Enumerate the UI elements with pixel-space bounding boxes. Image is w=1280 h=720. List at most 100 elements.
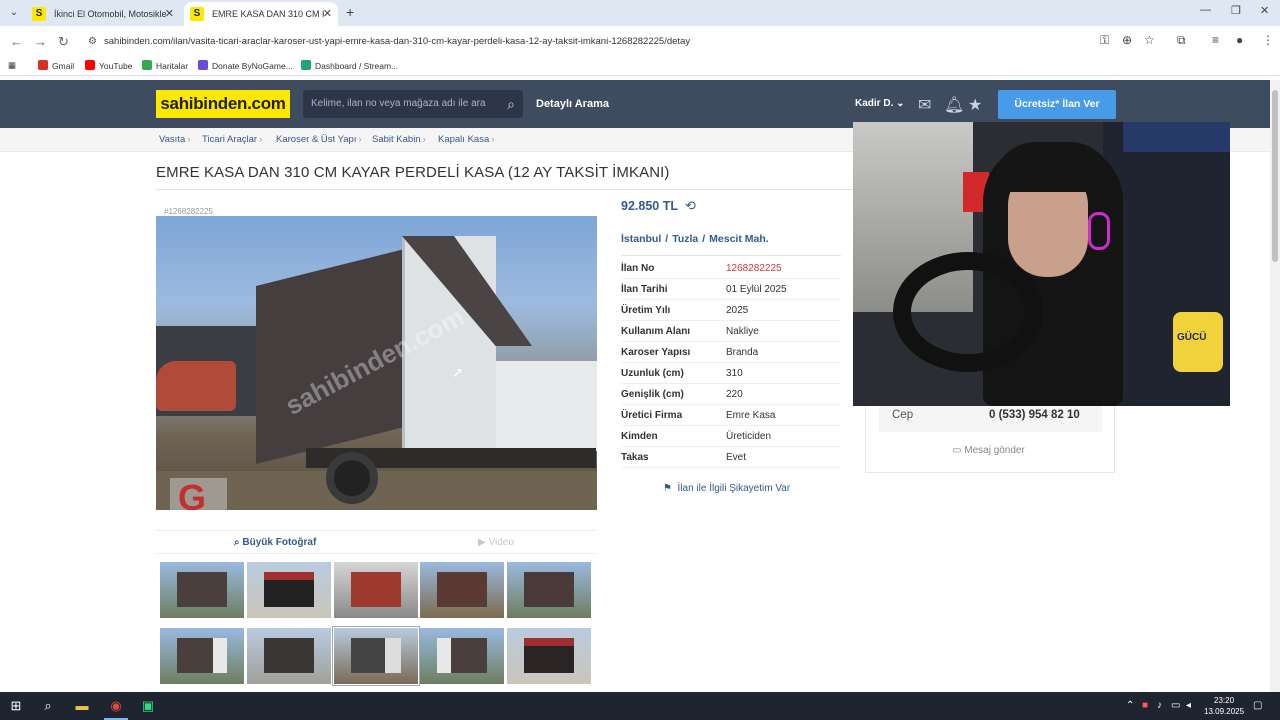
media-icon[interactable]: ≡ [1212, 33, 1219, 47]
phone-number[interactable]: 0 (533) 954 82 10 [989, 409, 1080, 421]
forward-icon[interactable]: → [34, 34, 47, 49]
breadcrumb-item[interactable]: Sabit Kabin › [372, 134, 426, 145]
back-icon[interactable]: ← [10, 34, 23, 49]
site-logo[interactable]: sahibinden.com [156, 90, 290, 118]
notifications-icon[interactable]: ▢ [1253, 700, 1262, 711]
magnifier-icon: ⌕ [234, 537, 240, 548]
video-button: ▶ Video [478, 537, 514, 548]
address-bar-row: ← → ↻ ⚙ sahibinden.com/ilan/vasita-ticar… [0, 26, 1280, 58]
thumbnail-gallery [156, 556, 597, 692]
mail-icon[interactable]: ✉ [918, 95, 931, 115]
phone-label: Cep [892, 409, 914, 421]
thumbnail[interactable] [247, 628, 331, 684]
streaming-app-icon[interactable]: ▣ [139, 697, 157, 715]
thumbnail[interactable] [507, 628, 591, 684]
location-city[interactable]: İstanbul [621, 233, 661, 245]
windows-start-icon[interactable]: ⊞ [7, 697, 25, 715]
new-tab-icon[interactable]: + [346, 4, 354, 20]
location-district[interactable]: Tuzla [672, 233, 698, 245]
bookmark-donate[interactable]: Donate ByNoGame... [198, 60, 293, 71]
file-explorer-icon[interactable]: ▬ [73, 697, 91, 715]
chrome-icon[interactable]: ◉ [107, 697, 125, 715]
bookmark-dashboard[interactable]: Dashboard / Stream... [301, 60, 398, 71]
favorites-star-icon[interactable]: ★ [968, 95, 982, 115]
thumbnail[interactable] [507, 562, 591, 618]
restore-icon[interactable]: ❐ [1231, 4, 1241, 17]
flag-icon: ⚑ [663, 483, 672, 494]
microphone-icon[interactable]: ♪ [1157, 700, 1162, 711]
browser-tab-1[interactable]: S İkinci El Otomobil, Motosiklet M ✕ [26, 2, 180, 26]
breadcrumb-item[interactable]: Vasıta › [159, 134, 190, 145]
search-icon[interactable]: ⌕ [39, 697, 57, 715]
thumbnail[interactable] [334, 562, 418, 618]
detail-row: İlan No 1268282225 [621, 258, 841, 279]
reload-icon[interactable]: ↻ [58, 34, 69, 50]
advanced-search-link[interactable]: Detaylı Arama [536, 98, 609, 110]
page-scrollbar-thumb[interactable] [1272, 90, 1278, 262]
profile-avatar-icon[interactable]: ● [1236, 33, 1243, 47]
apps-grid-icon[interactable]: ▦ [8, 60, 16, 71]
bookmarks-bar: ▦ Gmail YouTube Haritalar Donate ByNoGam… [0, 58, 1280, 76]
extensions-icon[interactable]: ⧉ [1177, 33, 1186, 48]
bookmark-gmail[interactable]: Gmail [38, 60, 74, 71]
thumbnail[interactable] [420, 562, 504, 618]
listing-title: EMRE KASA DAN 310 CM KAYAR PERDELİ KASA … [156, 164, 670, 181]
thumbnail[interactable] [420, 628, 504, 684]
bookmark-star-icon[interactable]: ☆ [1144, 33, 1155, 47]
divider [621, 255, 841, 256]
bell-icon[interactable]: 🔔︎ [944, 95, 964, 115]
tab-search-icon[interactable]: ⌄ [6, 5, 22, 21]
tab-close-icon[interactable]: ✕ [323, 2, 332, 26]
site-info-icon[interactable]: ⚙ [88, 30, 97, 54]
bookmark-youtube[interactable]: YouTube [85, 60, 132, 71]
url-field[interactable]: ⚙ sahibinden.com/ilan/vasita-ticari-arac… [80, 30, 1170, 54]
location-neighborhood[interactable]: Mescit Mah. [709, 233, 769, 245]
big-photo-button[interactable]: ⌕ Büyük Fotoğraf [234, 537, 316, 548]
chat-icon: ▭ [952, 445, 962, 456]
system-clock[interactable]: 23:20 13.09.2025 [1204, 695, 1244, 717]
chevron-down-icon: ⌄ [896, 98, 905, 109]
search-icon[interactable]: ⌕ [507, 90, 515, 118]
complaint-link[interactable]: ⚑ İlan ile İlgili Şikayetim Var [663, 483, 790, 494]
minimize-icon[interactable]: — [1200, 4, 1211, 16]
post-listing-button[interactable]: Ücretsiz* İlan Ver [998, 90, 1116, 119]
tab-close-icon[interactable]: ✕ [165, 2, 174, 26]
detail-row: Karoser Yapısı Branda [621, 342, 841, 363]
thumbnail[interactable] [160, 562, 244, 618]
network-icon[interactable]: ▭ [1171, 700, 1180, 711]
breadcrumb-item[interactable]: Karoser & Üst Yapı › [276, 134, 362, 145]
tray-app-icon[interactable]: ■ [1142, 700, 1148, 711]
bookmark-maps[interactable]: Haritalar [142, 60, 188, 71]
club-crest: GÜCÜ [1173, 312, 1223, 372]
listing-details-table: İlan No 1268282225 İlan Tarihi 01 Eylül 20… [621, 258, 841, 468]
zoom-icon[interactable]: ⊕ [1122, 33, 1132, 47]
tray-chevron-icon[interactable]: ⌃ [1126, 700, 1134, 711]
close-window-icon[interactable]: ✕ [1260, 4, 1269, 17]
site-search-input[interactable]: Kelime, ilan no veya mağaza adı ile ara … [303, 90, 523, 118]
webcam-overlay: GÜCÜ [853, 122, 1230, 406]
sahibinden-favicon: S [32, 7, 46, 21]
detail-row: Takas Evet [621, 447, 841, 468]
breadcrumb-item[interactable]: Ticari Araçlar › [202, 134, 262, 145]
detail-row: İlan Tarihi 01 Eylül 2025 [621, 279, 841, 300]
user-menu[interactable]: Kadir D. ⌄ [855, 98, 905, 109]
volume-icon[interactable]: ◂ [1186, 700, 1191, 711]
url-text: sahibinden.com/ilan/vasita-ticari-aracla… [104, 36, 691, 47]
browser-menu-icon[interactable]: ⋮ [1262, 33, 1274, 47]
main-photo[interactable]: sahibinden.com ➚ G [156, 216, 597, 510]
thumbnail[interactable] [247, 562, 331, 618]
breadcrumb-item[interactable]: Kapalı Kasa › [438, 134, 494, 145]
listing-number: 1268282225 [726, 263, 782, 274]
browser-tab-bar: ⌄ S İkinci El Otomobil, Motosiklet M ✕ S… [0, 0, 1280, 26]
detail-row: Genişlik (cm) 220 [621, 384, 841, 405]
seller-contact-box: Cep 0 (533) 954 82 10 ▭ Mesaj gönder [865, 395, 1115, 473]
thumbnail[interactable] [160, 628, 244, 684]
sahibinden-favicon: S [190, 7, 204, 21]
steering-wheel [893, 252, 1043, 372]
browser-tab-2[interactable]: S EMRE KASA DAN 310 CM KAYAR ✕ [184, 2, 338, 26]
search-placeholder: Kelime, ilan no veya mağaza adı ile ara [311, 98, 486, 109]
thumbnail-selected[interactable] [332, 626, 420, 686]
password-key-icon[interactable]: ⚿ [1100, 33, 1109, 48]
send-message-link[interactable]: ▭ Mesaj gönder [952, 445, 1025, 456]
price-history-icon[interactable]: ⟲ [685, 198, 696, 214]
